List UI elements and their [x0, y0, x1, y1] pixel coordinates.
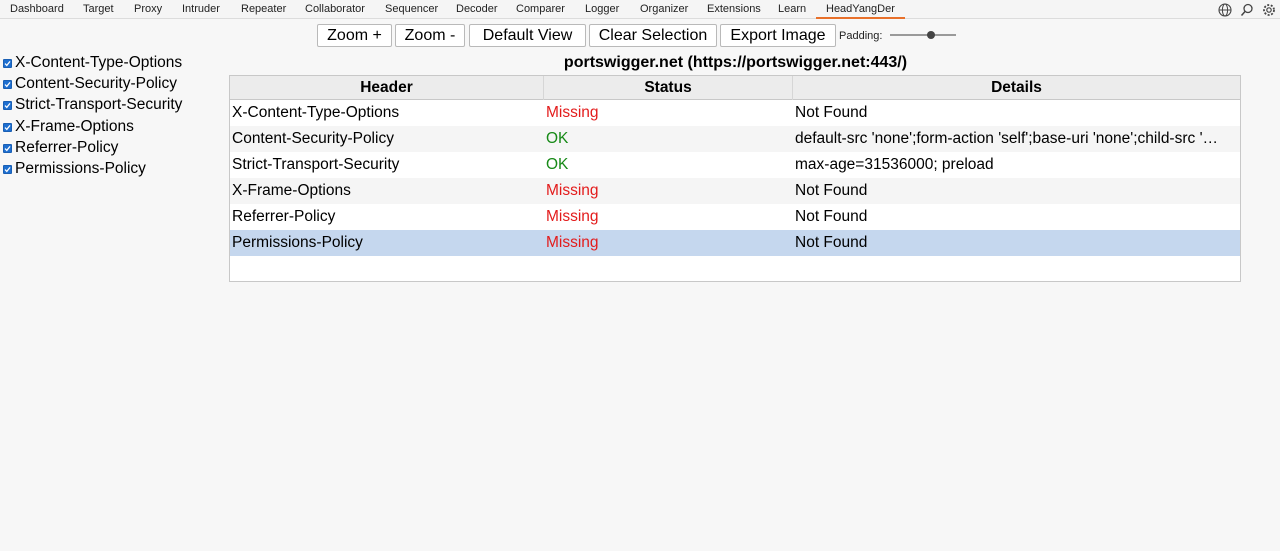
checkbox-checked-icon[interactable]: [3, 79, 12, 89]
header-cell: Strict-Transport-Security: [232, 156, 400, 173]
filter-label: Strict-Transport-Security: [15, 96, 183, 113]
status-cell: Missing: [546, 182, 599, 199]
tab-logger[interactable]: Logger: [585, 0, 619, 19]
tab-extensions[interactable]: Extensions: [707, 0, 761, 19]
tab-collaborator[interactable]: Collaborator: [305, 0, 365, 19]
padding-slider[interactable]: [890, 34, 956, 36]
tab-decoder[interactable]: Decoder: [456, 0, 498, 19]
filter-strict-transport-security[interactable]: Strict-Transport-Security: [3, 95, 182, 115]
status-cell: Missing: [546, 234, 599, 251]
filter-referrer-policy[interactable]: Referrer-Policy: [3, 138, 118, 158]
tab-intruder[interactable]: Intruder: [182, 0, 220, 19]
header-cell: X-Frame-Options: [232, 182, 351, 199]
search-icon[interactable]: [1236, 0, 1258, 19]
table-row[interactable]: Referrer-Policy Missing Not Found: [230, 204, 1240, 230]
headers-table: Header Status Details X-Content-Type-Opt…: [229, 75, 1241, 282]
header-cell: Permissions-Policy: [232, 234, 363, 251]
details-cell: Not Found: [795, 104, 868, 121]
filter-label: X-Content-Type-Options: [15, 54, 183, 71]
details-cell: default-src 'none';form-action 'self';ba…: [795, 130, 1219, 147]
filter-label: Content-Security-Policy: [15, 75, 177, 92]
filter-content-security-policy[interactable]: Content-Security-Policy: [3, 74, 177, 94]
status-cell: Missing: [546, 104, 599, 121]
column-header-details[interactable]: Details: [793, 76, 1240, 100]
clear-selection-button[interactable]: Clear Selection: [589, 24, 717, 47]
details-cell: Not Found: [795, 234, 868, 251]
details-cell: Not Found: [795, 182, 868, 199]
tab-dashboard[interactable]: Dashboard: [10, 0, 64, 19]
tab-comparer[interactable]: Comparer: [516, 0, 565, 19]
tab-organizer[interactable]: Organizer: [640, 0, 688, 19]
header-cell: Referrer-Policy: [232, 208, 336, 225]
details-cell: max-age=31536000; preload: [795, 156, 994, 173]
checkbox-checked-icon[interactable]: [3, 143, 12, 153]
top-tab-bar: Dashboard Target Proxy Intruder Repeater…: [0, 0, 1280, 19]
column-header-status[interactable]: Status: [544, 76, 793, 100]
zoom-in-button[interactable]: Zoom +: [317, 24, 392, 47]
tab-proxy[interactable]: Proxy: [134, 0, 162, 19]
filter-permissions-policy[interactable]: Permissions-Policy: [3, 159, 146, 179]
tab-target[interactable]: Target: [83, 0, 114, 19]
checkbox-checked-icon[interactable]: [3, 100, 12, 110]
default-view-button[interactable]: Default View: [469, 24, 586, 47]
padding-slider-handle[interactable]: [926, 31, 935, 39]
header-cell: X-Content-Type-Options: [232, 104, 400, 121]
table-row[interactable]: X-Content-Type-Options Missing Not Found: [230, 100, 1240, 126]
details-cell: Not Found: [795, 208, 868, 225]
status-cell: Missing: [546, 208, 599, 225]
table-row[interactable]: Strict-Transport-Security OK max-age=315…: [230, 152, 1240, 178]
table-row[interactable]: Content-Security-Policy OK default-src '…: [230, 126, 1240, 152]
filter-label: X-Frame-Options: [15, 118, 134, 135]
table-header: Header Status Details: [230, 76, 1240, 100]
export-image-button[interactable]: Export Image: [720, 24, 836, 47]
tab-learn[interactable]: Learn: [778, 0, 806, 19]
status-cell: OK: [546, 156, 569, 173]
tab-headyangder[interactable]: HeadYangDer: [816, 0, 905, 19]
table-row-selected[interactable]: Permissions-Policy Missing Not Found: [230, 230, 1240, 256]
globe-icon[interactable]: [1214, 0, 1236, 19]
tab-repeater[interactable]: Repeater: [241, 0, 286, 19]
checkbox-checked-icon[interactable]: [3, 58, 12, 68]
zoom-out-button[interactable]: Zoom -: [395, 24, 465, 47]
filter-x-frame-options[interactable]: X-Frame-Options: [3, 117, 134, 137]
header-cell: Content-Security-Policy: [232, 130, 394, 147]
status-cell: OK: [546, 130, 569, 147]
checkbox-checked-icon[interactable]: [3, 164, 12, 174]
tab-sequencer[interactable]: Sequencer: [385, 0, 438, 19]
site-title: portswigger.net (https://portswigger.net…: [563, 54, 908, 71]
filter-label: Referrer-Policy: [15, 139, 119, 156]
table-row[interactable]: X-Frame-Options Missing Not Found: [230, 178, 1240, 204]
filter-x-content-type-options[interactable]: X-Content-Type-Options: [3, 53, 182, 73]
filter-label: Permissions-Policy: [15, 160, 146, 177]
checkbox-checked-icon[interactable]: [3, 122, 12, 132]
top-right-icons: [1214, 0, 1280, 19]
settings-icon[interactable]: [1258, 0, 1280, 19]
padding-label: Padding:: [839, 30, 883, 42]
column-header-header[interactable]: Header: [230, 76, 544, 100]
